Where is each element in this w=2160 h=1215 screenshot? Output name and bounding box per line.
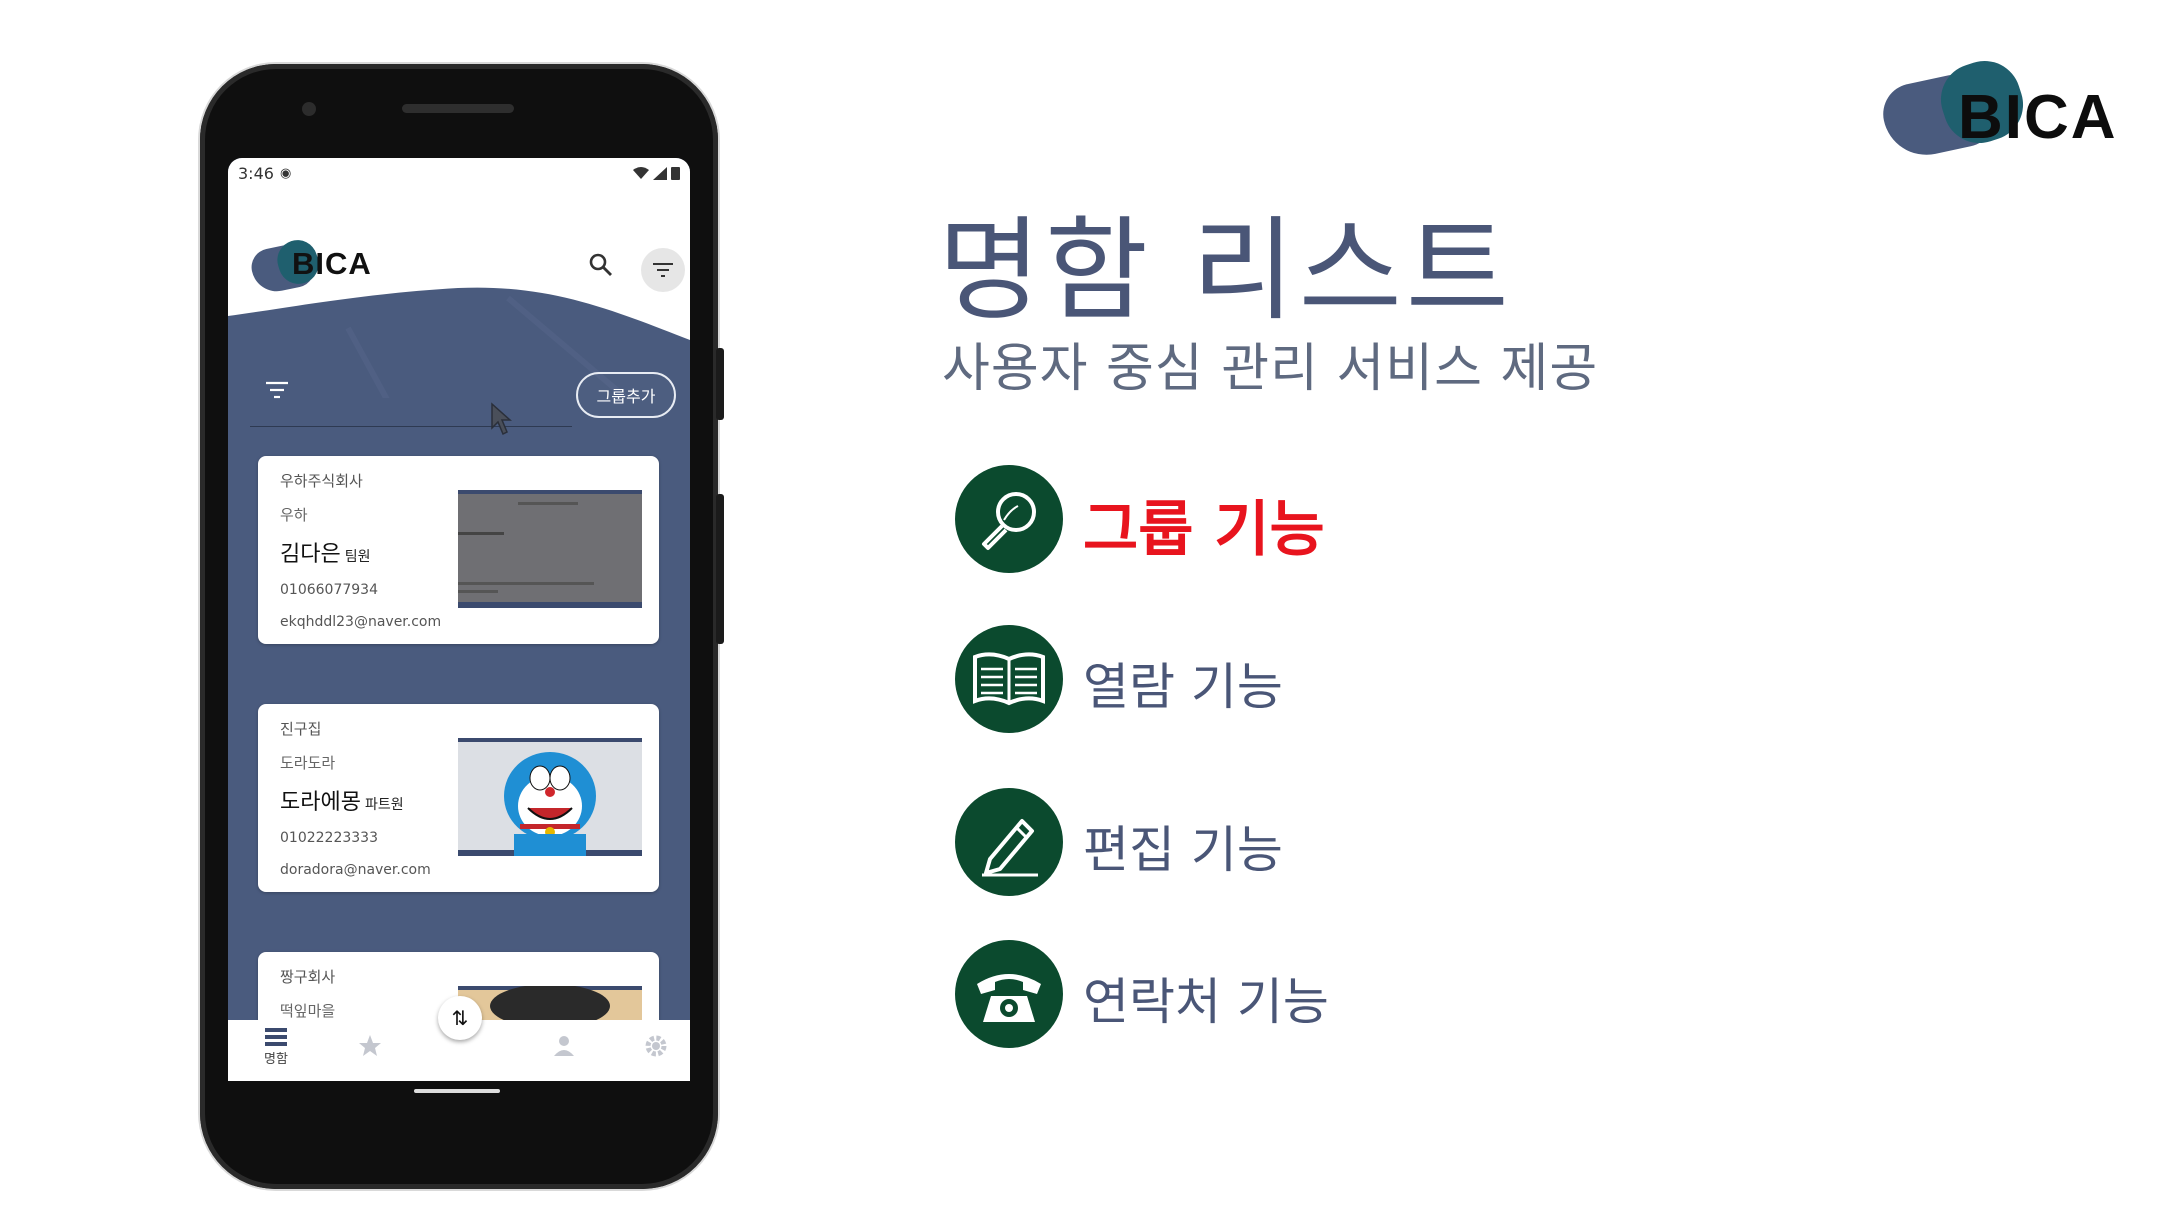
tab-cards-label: 명함 [264,1052,288,1067]
swap-button[interactable]: ⇅ [438,996,482,1040]
signal-icon [653,166,667,180]
feature-contact: 연락처 기능 [955,940,1555,1048]
business-card[interactable]: 진구집 도라도라 도라에몽 파트원 01022223333 doradora@na… [258,704,659,892]
swap-arrows-icon: ⇅ [451,1006,469,1030]
app-screen: 3:46 ◉ BICA 그룹추가 우하주식회사 우하 김다은 팀원 010660… [228,158,690,1081]
card-phone: 01022223333 [280,830,378,846]
card-position: 파트원 [364,797,404,813]
earpiece-speaker [402,104,514,113]
feature-view-label: 열람 기능 [1083,658,1283,716]
feature-view: 열람 기능 [955,625,1555,733]
card-department: 떡잎마을 [280,1002,336,1020]
business-card[interactable]: 우하주식회사 우하 김다은 팀원 01066077934 ekqhddl23@na… [258,456,659,644]
brand-logo: BICA [1877,51,2140,163]
wifi-icon [633,166,649,179]
pencil-icon [955,788,1063,896]
app-header: BICA [228,188,690,398]
card-email: ekqhddl23@naver.com [280,614,442,630]
card-image [458,738,642,856]
feature-edit: 편집 기능 [955,788,1555,896]
group-filter-icon[interactable] [264,380,290,400]
sort-filter-button[interactable] [641,248,685,292]
search-icon[interactable] [586,250,616,280]
card-email: doradora@naver.com [280,862,431,878]
gear-icon [645,1035,667,1057]
star-icon [359,1035,381,1056]
battery-icon [671,167,680,180]
person-icon [554,1036,574,1056]
list-icon [265,1028,287,1046]
card-name: 김다은 팀원 [280,542,371,567]
slide-subtitle: 사용자 중심 관리 서비스 제공 [942,339,1599,399]
card-company: 우하주식회사 [280,472,363,490]
card-name: 도라에몽 파트원 [280,790,404,815]
front-camera [302,102,316,116]
app-logo: BICA [248,234,398,296]
filter-icon [653,263,673,277]
magnifier-icon [955,465,1063,573]
message-notification-icon: ◉ [279,165,292,181]
brand-logo-text: BICA [1958,83,2118,152]
feature-edit-label: 편집 기능 [1083,821,1283,879]
card-department: 우하 [280,506,308,524]
tab-cards[interactable]: 명함 [246,1028,306,1078]
card-image [458,490,642,608]
feature-contact-label: 연락처 기능 [1083,973,1329,1031]
gesture-home-bar [414,1089,500,1093]
status-time: 3:46 [238,163,274,183]
card-phone: 01066077934 [280,582,378,598]
feature-group: 그룹 기능 [955,465,1555,573]
app-logo-text: BICA [292,246,372,281]
card-department: 도라도라 [280,754,336,772]
tab-settings[interactable] [626,1028,686,1078]
status-bar: 3:46 ◉ [228,158,690,188]
card-position: 팀원 [344,549,371,565]
add-group-button[interactable]: 그룹추가 [576,372,676,418]
power-button [716,348,724,420]
card-company: 진구집 [280,720,322,738]
group-underline [250,426,572,427]
card-company: 짱구회사 [280,968,336,986]
slide-title: 명함 리스트 [938,206,1513,336]
tab-profile[interactable] [534,1028,594,1078]
book-icon [955,625,1063,733]
mouse-cursor-icon [491,402,512,436]
feature-group-label: 그룹 기능 [1083,495,1325,565]
telephone-icon [955,940,1063,1048]
volume-button [716,494,724,644]
tab-favorites[interactable] [340,1028,400,1078]
